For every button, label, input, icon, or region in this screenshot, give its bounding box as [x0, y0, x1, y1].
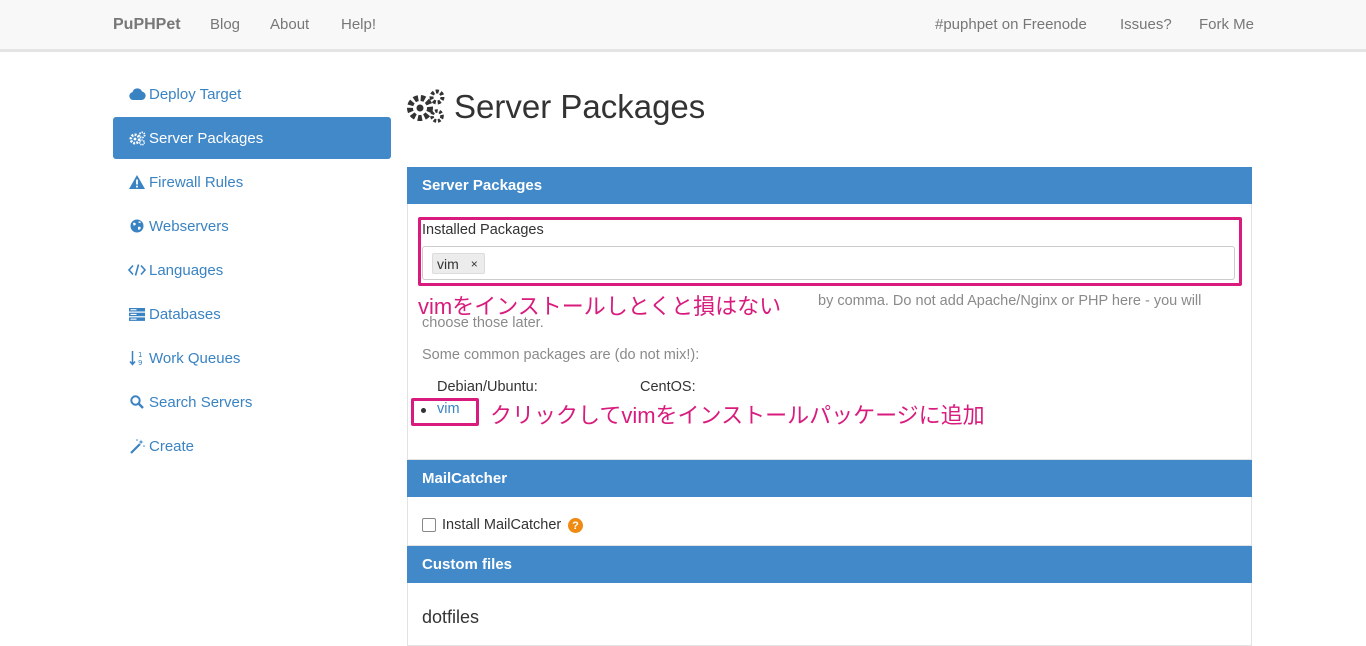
annotation-installed-note: vimをインストールしとくと損はない: [418, 294, 782, 319]
common-packages-label: Some common packages are (do not mix!):: [422, 347, 700, 363]
svg-text:1: 1: [138, 351, 142, 359]
sidebar-item-label: Search Servers: [149, 393, 253, 411]
nav-blog[interactable]: Blog: [210, 16, 240, 33]
mailcatcher-panel-heading: MailCatcher: [407, 460, 1252, 497]
sidebar-item-label: Server Packages: [149, 129, 264, 147]
brand-link[interactable]: PuPHPet: [113, 16, 181, 34]
nav-issues[interactable]: Issues?: [1120, 16, 1172, 33]
sort-numeric-icon: 19: [128, 350, 146, 366]
sidebar-item-work-queues[interactable]: 19 Work Queues: [113, 337, 391, 379]
globe-icon: [128, 218, 146, 234]
page-title: Server Packages: [406, 88, 705, 126]
database-icon: [128, 306, 146, 322]
sidebar-item-label: Databases: [149, 305, 221, 323]
sidebar-item-create[interactable]: Create: [113, 425, 391, 467]
cloud-icon: [128, 86, 146, 102]
sidebar-item-label: Create: [149, 437, 195, 455]
dotfiles-heading: dotfiles: [422, 607, 480, 627]
sidebar-item-label: Work Queues: [149, 349, 241, 367]
top-navbar: PuPHPet Blog About Help! #puphpet on Fre…: [0, 0, 1366, 52]
svg-text:9: 9: [138, 359, 142, 366]
install-mailcatcher-checkbox[interactable]: [422, 518, 436, 532]
annotation-box-installed: [418, 217, 1242, 286]
nav-about[interactable]: About: [270, 16, 309, 33]
custom-files-panel-body: [407, 583, 1252, 646]
install-mailcatcher-label[interactable]: Install MailCatcher: [442, 517, 561, 533]
gears-icon: [406, 89, 446, 125]
sidebar-item-label: Webservers: [149, 217, 229, 235]
sidebar-item-webservers[interactable]: Webservers: [113, 205, 391, 247]
nav-freenode[interactable]: #puphpet on Freenode: [935, 16, 1087, 33]
sidebar-item-deploy-target[interactable]: Deploy Target: [113, 73, 391, 115]
annotation-box-vim-link: [411, 398, 479, 426]
help-text-tail: by comma. Do not add Apache/Nginx or PHP…: [818, 293, 1202, 309]
code-icon: [128, 262, 146, 278]
debian-label: Debian/Ubuntu:: [437, 379, 538, 395]
custom-files-panel-heading: Custom files: [407, 546, 1252, 583]
search-icon: [128, 394, 146, 410]
magic-wand-icon: [128, 438, 146, 454]
nav-help[interactable]: Help!: [341, 16, 376, 33]
annotation-click-note: クリックしてvimをインストールパッケージに追加: [490, 403, 985, 428]
sidebar-item-firewall-rules[interactable]: Firewall Rules: [113, 161, 391, 203]
sidebar-item-server-packages[interactable]: Server Packages: [113, 117, 391, 159]
sidebar-item-languages[interactable]: Languages: [113, 249, 391, 291]
sidebar-item-label: Deploy Target: [149, 85, 242, 103]
sidebar-item-label: Languages: [149, 261, 224, 279]
server-packages-panel-heading: Server Packages: [407, 167, 1252, 204]
page-title-text: Server Packages: [454, 88, 706, 125]
centos-label: CentOS:: [640, 379, 696, 395]
sidebar-item-databases[interactable]: Databases: [113, 293, 391, 335]
sidebar-item-label: Firewall Rules: [149, 173, 244, 191]
warning-icon: [128, 174, 146, 190]
gears-icon: [128, 130, 146, 146]
nav-fork-me[interactable]: Fork Me: [1199, 16, 1254, 33]
help-icon[interactable]: ?: [568, 518, 583, 533]
sidebar-item-search-servers[interactable]: Search Servers: [113, 381, 391, 423]
